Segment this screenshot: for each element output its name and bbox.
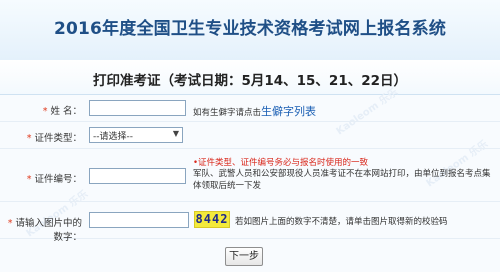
required-mark: * <box>42 106 48 117</box>
military-note: 军队、武警人员和公安部现役人员准考证不在本网站打印，由单位到报名考点集体领取后统… <box>193 169 491 191</box>
name-input[interactable] <box>89 100 186 116</box>
id-type-label: * 证件类型： <box>26 133 82 144</box>
id-type-row: * 证件类型： --请选择-- ▼ <box>0 122 500 149</box>
required-mark: * <box>7 218 13 229</box>
id-warning: •证件类型、证件编号务必与报名时使用的一致 <box>193 158 369 168</box>
captcha-hint: 若如图片上面的数字不清楚，请单击图片取得新的校验码 <box>235 217 448 227</box>
captcha-row: * 请输入图片中的数字： 8442 若如图片上面的数字不清楚，请单击图片取得新的校… <box>0 202 500 243</box>
id-number-input[interactable] <box>89 168 186 184</box>
captcha-label: * 请输入图片中的数字： <box>7 218 82 243</box>
system-title: 2016年度全国卫生专业技术资格考试网上报名系统 <box>53 19 447 39</box>
name-label: * 姓 名： <box>42 106 82 117</box>
chevron-down-icon: ▼ <box>172 129 179 138</box>
id-number-label: * 证件编号： <box>26 174 82 185</box>
id-type-select[interactable]: --请选择-- ▼ <box>89 127 183 143</box>
id-number-row: * 证件编号： •证件类型、证件编号务必与报名时使用的一致 军队、武警人员和公安部… <box>0 149 500 202</box>
required-mark: * <box>26 174 32 185</box>
next-button[interactable]: 下一步 <box>225 247 263 266</box>
page-subheader: 打印准考证（考试日期：5月14、15、21、22日） <box>0 60 500 95</box>
admission-form: Kaoleom 乐乐 Kaoleom 乐乐 Kaoleom 乐乐 * 姓 名： 如… <box>0 87 500 272</box>
captcha-input[interactable] <box>89 212 189 228</box>
page-header: 2016年度全国卫生专业技术资格考试网上报名系统 <box>0 0 500 61</box>
name-row: * 姓 名： 如有生僻字请点击生僻字列表 <box>0 95 500 122</box>
captcha-image[interactable]: 8442 <box>194 211 230 228</box>
name-hint: 如有生僻字请点击生僻字列表 <box>193 105 317 118</box>
print-admission-title: 打印准考证（考试日期：5月14、15、21、22日） <box>92 73 408 89</box>
rare-chars-link[interactable]: 生僻字列表 <box>261 105 316 118</box>
required-mark: * <box>26 133 32 144</box>
